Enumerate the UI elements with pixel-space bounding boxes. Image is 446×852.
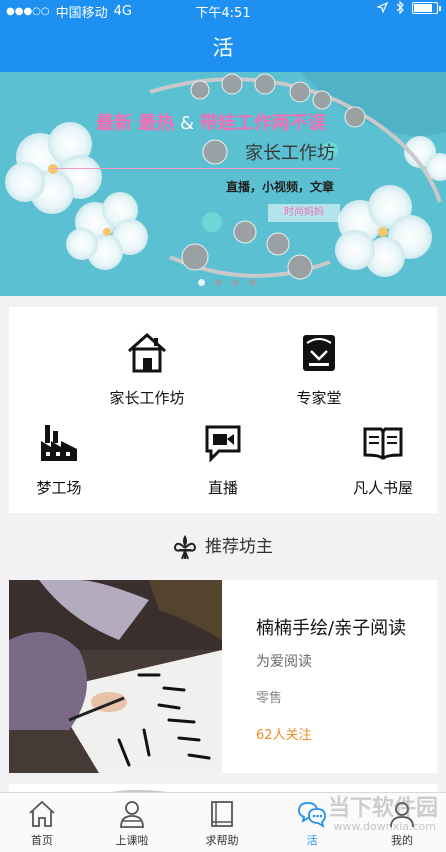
tab-help[interactable]: 求帮助 [182, 799, 262, 848]
tab-label: 求帮助 [205, 834, 239, 847]
grid-item-parent-workshop[interactable]: 家长工作坊 [87, 331, 207, 408]
watermark-url: www.downxia.com [333, 820, 436, 833]
live-camera-icon [205, 425, 241, 463]
page-title: 活 [212, 36, 234, 60]
category-grid: 家长工作坊 专家堂 梦工场 直播 凡人书屋 [9, 307, 437, 513]
status-bar: ●●●○○ 中国移动 4G 下午4:51 [0, 0, 446, 21]
watermark-logo: 当下软件园 [327, 796, 438, 821]
carousel-dots [198, 279, 256, 286]
book-icon [363, 427, 403, 460]
house-icon [128, 332, 166, 373]
grid-item-label: 专家堂 [296, 389, 342, 407]
grid-item-live[interactable]: 直播 [163, 421, 283, 498]
chat-bubbles-icon [298, 802, 326, 828]
banner-headline-a: 最新 最热 [96, 113, 175, 134]
tab-class[interactable]: 上课啦 [92, 799, 172, 848]
grid-item-label: 梦工场 [36, 479, 82, 497]
section-title-text: 推荐坊主 [205, 537, 273, 557]
banner-carousel[interactable]: 最新 最热 & 带娃工作两不误 家长工作坊 直播，小视频，文章 时尚妈妈 [0, 72, 446, 296]
home-icon [29, 800, 55, 827]
recommend-subtitle: 为爱阅读 [256, 654, 312, 670]
battery-icon [412, 1, 441, 14]
banner-subtitle: 家长工作坊 [245, 143, 335, 164]
grid-item-dream-factory[interactable]: 梦工场 [0, 421, 119, 498]
factory-icon [41, 425, 77, 461]
tab-label: 我的 [391, 834, 413, 847]
expert-icon [303, 335, 335, 371]
tab-label: 首页 [31, 834, 53, 847]
banner-headline-amp: & [174, 113, 200, 134]
recommend-thumbnail [9, 580, 222, 773]
grid-item-label: 凡人书屋 [352, 479, 413, 497]
carousel-dot[interactable] [232, 279, 239, 286]
recommend-tag: 零售 [256, 691, 283, 706]
fleur-de-lis-icon [173, 535, 197, 560]
tab-label: 活 [306, 834, 318, 847]
recommend-title: 楠楠手绘/亲子阅读 [256, 618, 407, 639]
person-icon [120, 801, 144, 828]
carousel-dot[interactable] [198, 279, 205, 286]
banner-description: 直播，小视频，文章 [226, 180, 335, 194]
banner-divider [50, 168, 340, 169]
grid-item-expert-hall[interactable]: 专家堂 [259, 331, 379, 408]
banner-headline-b: 带娃工作两不误 [199, 113, 326, 134]
banner-headline: 最新 最热 & 带娃工作两不误 [96, 109, 326, 135]
carousel-dot[interactable] [215, 279, 222, 286]
follower-count: 62人关注 [256, 728, 312, 743]
carousel-dot[interactable] [249, 279, 256, 286]
tab-label: 上课啦 [115, 834, 149, 847]
grid-item-bookhouse[interactable]: 凡人书屋 [323, 421, 443, 498]
section-title: 推荐坊主 [0, 532, 446, 560]
top-bar: ●●●○○ 中国移动 4G 下午4:51 活 [0, 0, 446, 72]
recommend-card[interactable]: 楠楠手绘/亲子阅读 为爱阅读 零售 62人关注 [9, 580, 437, 773]
grid-item-label: 家长工作坊 [109, 389, 185, 407]
banner-tag: 时尚妈妈 [268, 204, 340, 222]
tab-home[interactable]: 首页 [2, 799, 82, 848]
bluetooth-icon [396, 1, 404, 14]
location-icon [377, 2, 388, 13]
grid-item-label: 直播 [207, 479, 238, 497]
book-help-icon [211, 801, 233, 827]
banner-image [0, 72, 446, 296]
